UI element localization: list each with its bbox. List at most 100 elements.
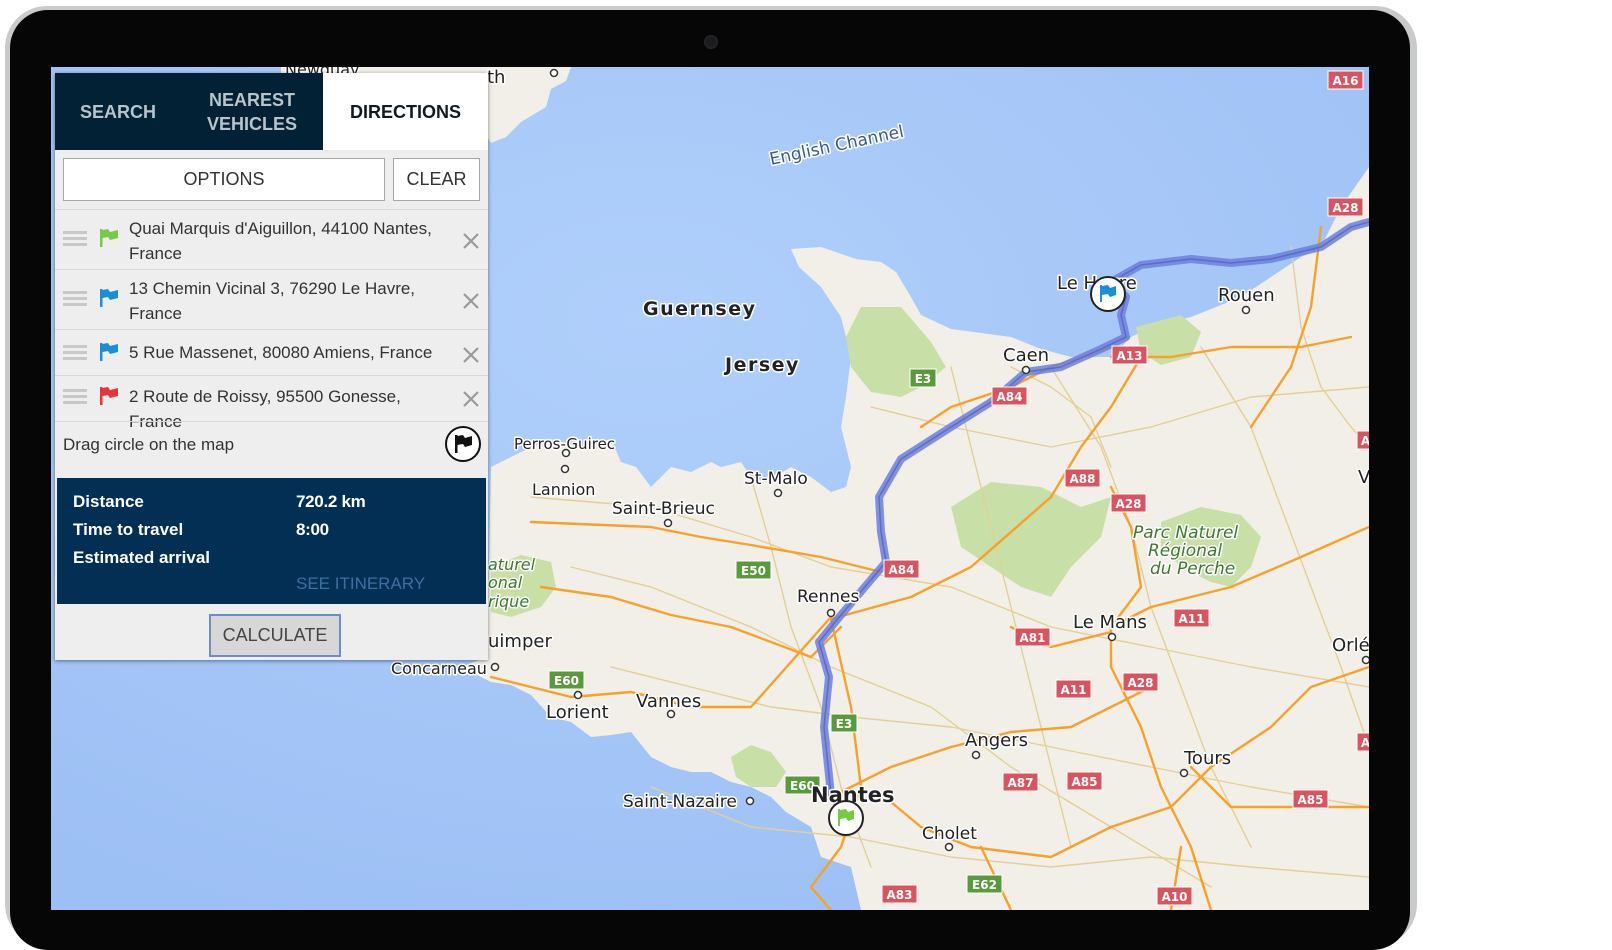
highway-badge-a: A: [1356, 430, 1369, 450]
highway-badge-a28: A28: [1122, 672, 1159, 692]
highway-badge-a81: A81: [1014, 627, 1051, 647]
close-icon[interactable]: [462, 346, 480, 364]
svg-text:A85: A85: [1072, 775, 1098, 789]
highway-badge-e3: E3: [909, 368, 937, 388]
stop-item: Quai Marquis d'Aiguillon, 44100 Nantes, F…: [55, 209, 488, 269]
add-destination-button[interactable]: [445, 426, 481, 462]
flag-waypoint-icon: [100, 289, 118, 307]
highway-badge-a84: A84: [883, 559, 920, 579]
drag-handle-icon[interactable]: [63, 389, 87, 406]
label-lannion: Lannion: [532, 480, 595, 499]
highway-badge-a13: A13: [1111, 345, 1148, 365]
highway-badge-a87: A87: [1002, 772, 1039, 792]
svg-text:E3: E3: [915, 372, 932, 386]
time-label: Time to travel: [73, 520, 184, 539]
svg-text:A85: A85: [1298, 793, 1324, 807]
close-icon[interactable]: [462, 292, 480, 310]
tab-directions[interactable]: DIRECTIONS: [323, 73, 488, 150]
flag-end-icon: [100, 387, 118, 405]
label-parc-perche-1: Parc Naturel: [1133, 523, 1238, 543]
highway-badge-a11: A11: [1055, 679, 1092, 699]
see-itinerary-link[interactable]: SEE ITINERARY: [296, 574, 425, 594]
label-le-mans: Le Mans: [1073, 612, 1147, 633]
flag-start-icon: [100, 229, 118, 247]
svg-text:A16: A16: [1333, 74, 1359, 88]
label-parc-perche-3: du Perche: [1150, 559, 1235, 579]
device-camera: [704, 35, 718, 49]
panel-actions: OPTIONS CLEAR: [55, 150, 488, 209]
flag-waypoint-icon: [100, 343, 118, 361]
svg-text:A11: A11: [1061, 683, 1087, 697]
drag-handle-icon[interactable]: [63, 231, 87, 248]
drag-handle-icon[interactable]: [63, 291, 87, 308]
svg-text:E62: E62: [972, 878, 997, 892]
highway-badge-e50: E50: [735, 560, 772, 580]
highway-badge-e62: E62: [966, 874, 1003, 894]
label-saint-brieuc: Saint-Brieuc: [612, 499, 715, 519]
stop-item: 2 Route de Roissy, 95500 Gonesse, France: [55, 375, 488, 431]
label-lorient: Lorient: [546, 702, 609, 723]
le-havre-marker[interactable]: [1090, 276, 1126, 312]
tab-nearest-vehicles[interactable]: NEAREST VEHICLES: [181, 73, 323, 150]
svg-text:E60: E60: [554, 674, 579, 688]
label-orleans: Orlé: [1332, 635, 1369, 656]
svg-text:E50: E50: [741, 564, 766, 578]
label-plymouth: th: [487, 67, 505, 88]
highway-badge-a84: A84: [991, 386, 1028, 406]
label-angers: Angers: [965, 730, 1028, 751]
label-jersey: Jersey: [723, 354, 800, 376]
time-value: 8:00: [296, 520, 329, 539]
svg-text:A10: A10: [1162, 890, 1188, 904]
stop-address[interactable]: 13 Chemin Vicinal 3, 76290 Le Havre, Fran…: [129, 276, 448, 326]
panel-tabs: SEARCH NEAREST VEHICLES DIRECTIONS: [55, 73, 488, 150]
label-cholet: Cholet: [922, 824, 977, 844]
tab-search[interactable]: SEARCH: [55, 73, 181, 150]
label-saint-nazaire: Saint-Nazaire: [623, 792, 737, 812]
highway-badge-a88: A88: [1064, 468, 1101, 488]
label-st-malo: St-Malo: [744, 469, 808, 489]
label-perros-guirec: Perros-Guirec: [514, 435, 615, 453]
highway-badge-a10: A10: [1156, 886, 1193, 906]
stop-item: 13 Chemin Vicinal 3, 76290 Le Havre, Fran…: [55, 269, 488, 329]
distance-label: Distance: [73, 492, 144, 511]
options-button[interactable]: OPTIONS: [63, 158, 385, 201]
tab-directions-label: DIRECTIONS: [349, 101, 461, 122]
close-icon[interactable]: [462, 232, 480, 250]
svg-text:E3: E3: [836, 717, 853, 731]
svg-text:A28: A28: [1333, 201, 1359, 215]
label-concarneau: Concarneau: [391, 659, 487, 678]
svg-text:A11: A11: [1179, 612, 1205, 626]
svg-text:A88: A88: [1070, 472, 1096, 486]
stop-address[interactable]: Quai Marquis d'Aiguillon, 44100 Nantes, F…: [129, 216, 448, 266]
stop-address[interactable]: 5 Rue Massenet, 80080 Amiens, France: [129, 340, 448, 365]
flag-icon: [455, 435, 472, 453]
svg-text:A87: A87: [1008, 776, 1034, 790]
highway-badge-a16: A16: [1327, 70, 1364, 90]
svg-text:A: A: [1361, 736, 1369, 750]
highway-badge-a11: A11: [1173, 608, 1210, 628]
highway-badge-a: A: [1356, 732, 1369, 752]
screen: A16A28A13E3A84A88A28E50A84A11A81A11A28A1…: [51, 67, 1369, 910]
svg-text:A13: A13: [1117, 349, 1143, 363]
calculate-button[interactable]: CALCULATE: [209, 614, 341, 657]
clear-button[interactable]: CLEAR: [393, 158, 480, 201]
drag-hint: Drag circle on the map: [63, 435, 235, 454]
drag-handle-icon[interactable]: [63, 345, 87, 362]
distance-value: 720.2 km: [296, 492, 366, 511]
label-parc-armorique-3: rique: [488, 592, 529, 611]
hint-row: Drag circle on the map: [55, 421, 488, 470]
tab-nearest-vehicles-label: NEAREST VEHICLES: [206, 89, 298, 134]
label-v-fragment: V: [1358, 467, 1369, 488]
label-rennes: Rennes: [797, 587, 860, 607]
highway-badge-a85: A85: [1292, 789, 1329, 809]
nantes-marker[interactable]: [828, 800, 864, 836]
label-rouen: Rouen: [1218, 285, 1275, 306]
highway-badge-e3: E3: [830, 713, 858, 733]
highway-badge-a85: A85: [1066, 771, 1103, 791]
label-quimper: uimper: [488, 631, 552, 652]
label-tours: Tours: [1183, 748, 1231, 769]
label-caen: Caen: [1003, 345, 1049, 366]
label-parc-perche-2: Régional: [1148, 541, 1222, 561]
svg-text:A: A: [1361, 434, 1369, 448]
close-icon[interactable]: [462, 390, 480, 408]
